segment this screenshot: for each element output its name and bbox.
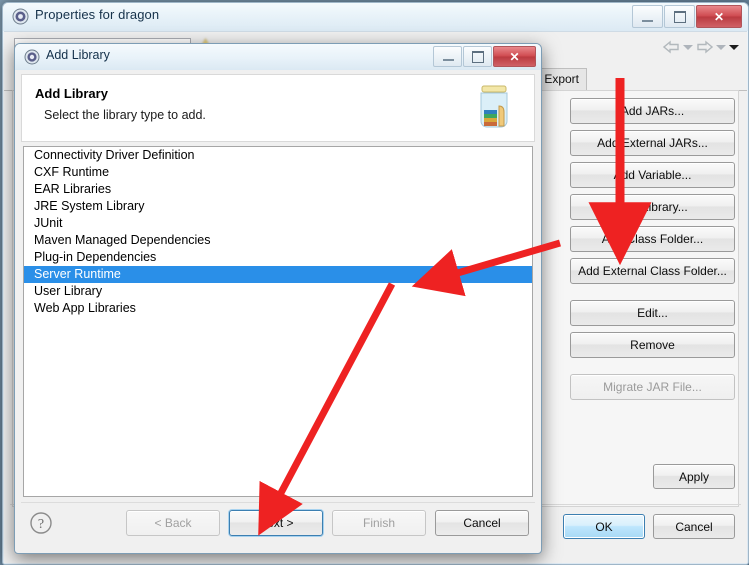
nav-icons bbox=[662, 40, 739, 54]
properties-window-title: Properties for dragon bbox=[35, 7, 160, 22]
add-library-titlebar[interactable]: Add Library ✕ bbox=[15, 44, 541, 70]
wizard-buttons: < Back Next > Finish Cancel bbox=[126, 510, 529, 536]
properties-window-titlebar[interactable]: Properties for dragon ✕ bbox=[3, 3, 748, 31]
add-class-folder-button[interactable]: Add Class Folder... bbox=[570, 226, 735, 252]
back-button: < Back bbox=[126, 510, 220, 536]
finish-button: Finish bbox=[332, 510, 426, 536]
add-library-gear-icon bbox=[24, 49, 40, 65]
add-library-dialog: Add Library ✕ Add Library Select the lib… bbox=[14, 43, 542, 554]
library-type-list[interactable]: Connectivity Driver Definition CXF Runti… bbox=[23, 146, 533, 497]
list-item[interactable]: EAR Libraries bbox=[24, 181, 532, 198]
list-item[interactable]: Connectivity Driver Definition bbox=[24, 147, 532, 164]
properties-window-controls: ✕ bbox=[632, 5, 742, 28]
classpath-button-column: Add JARs... Add External JARs... Add Var… bbox=[570, 98, 735, 406]
add-external-jars-button[interactable]: Add External JARs... bbox=[570, 130, 735, 156]
back-arrow-icon[interactable] bbox=[662, 40, 680, 54]
list-item[interactable]: Maven Managed Dependencies bbox=[24, 232, 532, 249]
forward-arrow-icon[interactable] bbox=[696, 40, 714, 54]
migrate-jar-file-button: Migrate JAR File... bbox=[570, 374, 735, 400]
dialog-close-icon[interactable]: ✕ bbox=[493, 46, 536, 67]
add-library-window-controls: ✕ bbox=[433, 46, 536, 67]
button-group-spacer-2 bbox=[570, 364, 735, 374]
add-library-dialog-title: Add Library bbox=[46, 48, 110, 62]
minimize-button[interactable] bbox=[632, 5, 663, 28]
next-button[interactable]: Next > bbox=[229, 510, 323, 536]
menu-chevron-down-icon[interactable] bbox=[729, 44, 739, 50]
dialog-heading: Add Library bbox=[35, 86, 108, 101]
edit-button[interactable]: Edit... bbox=[570, 300, 735, 326]
ok-button[interactable]: OK bbox=[563, 514, 645, 539]
cancel-button[interactable]: Cancel bbox=[653, 514, 735, 539]
list-item[interactable]: CXF Runtime bbox=[24, 164, 532, 181]
list-item[interactable]: Plug-in Dependencies bbox=[24, 249, 532, 266]
dialog-minimize-button[interactable] bbox=[433, 46, 462, 67]
list-item[interactable]: JUnit bbox=[24, 215, 532, 232]
add-external-class-folder-button[interactable]: Add External Class Folder... bbox=[570, 258, 735, 284]
remove-button[interactable]: Remove bbox=[570, 332, 735, 358]
add-variable-button[interactable]: Add Variable... bbox=[570, 162, 735, 188]
list-item-selected[interactable]: Server Runtime bbox=[24, 266, 532, 283]
dialog-header: Add Library Select the library type to a… bbox=[21, 74, 535, 142]
dialog-cancel-button[interactable]: Cancel bbox=[435, 510, 529, 536]
dialog-button-bar: ? < Back Next > Finish Cancel bbox=[21, 502, 535, 545]
add-library-button[interactable]: Add Library... bbox=[570, 194, 735, 220]
properties-gear-icon bbox=[12, 8, 29, 25]
dialog-restore-button[interactable] bbox=[463, 46, 492, 67]
list-item[interactable]: JRE System Library bbox=[24, 198, 532, 215]
add-jars-button[interactable]: Add JARs... bbox=[570, 98, 735, 124]
list-item[interactable]: User Library bbox=[24, 283, 532, 300]
list-item[interactable]: Web App Libraries bbox=[24, 300, 532, 317]
close-icon[interactable]: ✕ bbox=[696, 5, 742, 28]
back-chevron-down-icon[interactable] bbox=[683, 44, 693, 50]
button-group-spacer bbox=[570, 290, 735, 300]
jar-with-books-icon bbox=[468, 83, 520, 133]
forward-chevron-down-icon[interactable] bbox=[716, 44, 726, 50]
ok-cancel-row: OK Cancel bbox=[563, 514, 735, 539]
svg-text:?: ? bbox=[38, 517, 44, 532]
restore-button[interactable] bbox=[664, 5, 695, 28]
dialog-subtitle: Select the library type to add. bbox=[44, 108, 206, 122]
apply-button[interactable]: Apply bbox=[653, 464, 735, 489]
help-question-icon[interactable]: ? bbox=[29, 511, 53, 535]
